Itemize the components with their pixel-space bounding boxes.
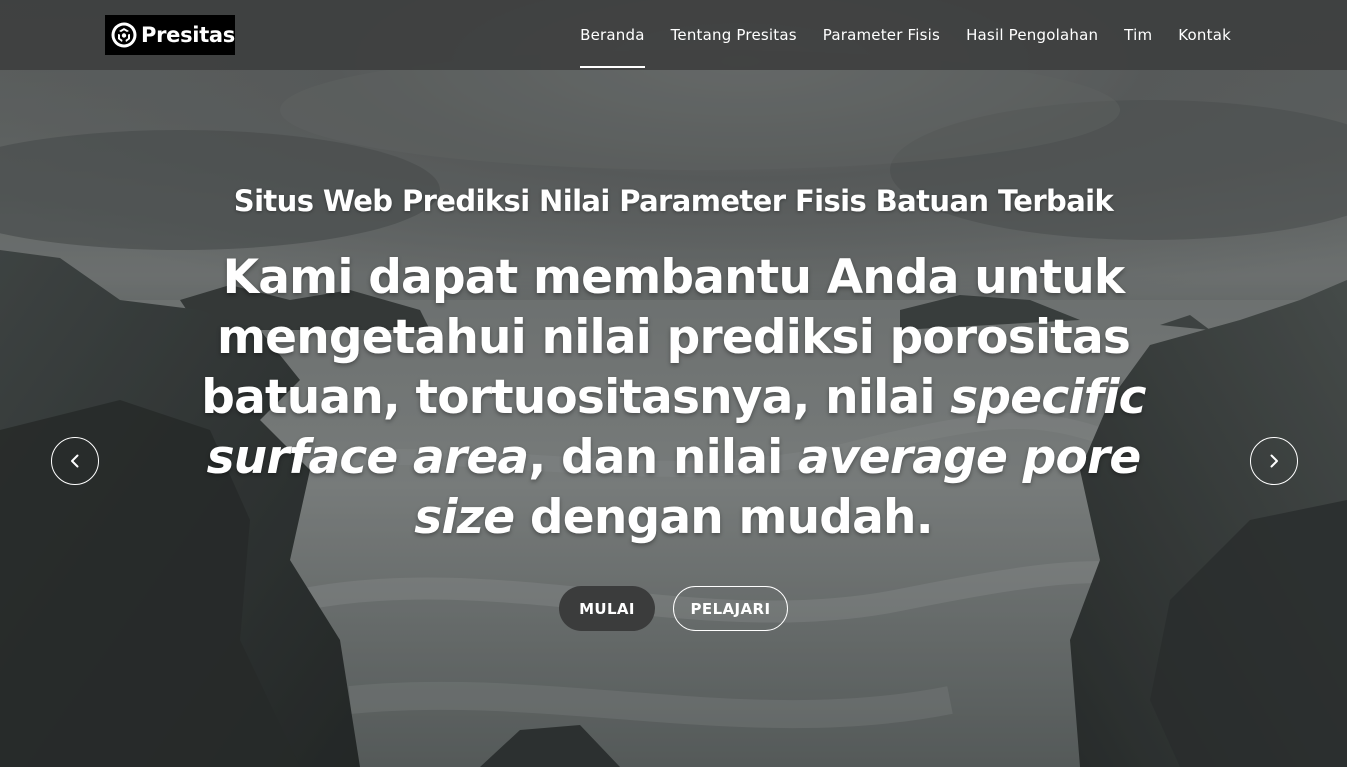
nav-item-parameter-fisis[interactable]: Parameter Fisis: [823, 0, 940, 70]
hero-section: Situs Web Prediksi Nilai Parameter Fisis…: [0, 184, 1347, 631]
carousel-next-button[interactable]: [1250, 437, 1298, 485]
chevron-left-icon: [71, 454, 79, 468]
chevron-right-icon: [1270, 454, 1278, 468]
brand-name: Presitas: [141, 23, 235, 47]
nav-item-tentang-presitas[interactable]: Tentang Presitas: [671, 0, 797, 70]
carousel-prev-button[interactable]: [51, 437, 99, 485]
hero-title-part: , dan nilai: [528, 430, 799, 485]
recycle-circle-icon: [111, 22, 137, 48]
pelajari-button[interactable]: PELAJARI: [673, 586, 788, 631]
nav-item-tim[interactable]: Tim: [1124, 0, 1152, 70]
top-navbar: Presitas Beranda Tentang Presitas Parame…: [0, 0, 1347, 70]
nav-item-kontak[interactable]: Kontak: [1178, 0, 1231, 70]
hero-title: Kami dapat membantu Anda untuk mengetahu…: [194, 248, 1154, 548]
nav-item-hasil-pengolahan[interactable]: Hasil Pengolahan: [966, 0, 1098, 70]
nav-item-beranda[interactable]: Beranda: [580, 0, 645, 70]
hero-title-part: dengan mudah.: [514, 490, 934, 545]
hero-buttons: MULAI PELAJARI: [0, 586, 1347, 631]
mulai-button[interactable]: MULAI: [559, 586, 655, 631]
brand-logo[interactable]: Presitas: [105, 15, 235, 55]
main-nav: Beranda Tentang Presitas Parameter Fisis…: [580, 0, 1231, 70]
landing-page: Presitas Beranda Tentang Presitas Parame…: [0, 0, 1347, 767]
hero-subtitle: Situs Web Prediksi Nilai Parameter Fisis…: [233, 184, 1114, 218]
